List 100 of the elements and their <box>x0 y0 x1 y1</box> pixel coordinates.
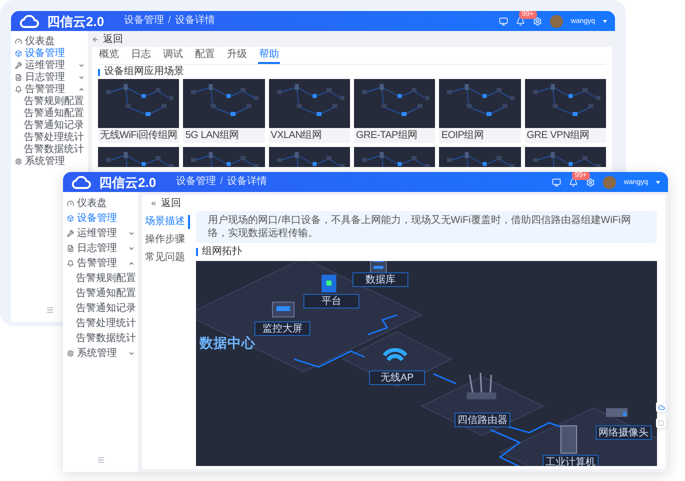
sidebar-item[interactable]: 仪表盘 <box>63 196 138 211</box>
sidebar-item[interactable]: 告警管理 <box>63 256 138 271</box>
breadcrumb-link[interactable]: 设备管理 <box>176 177 216 187</box>
menu-label: 日志管理 <box>77 242 117 256</box>
menu-label: 运维管理 <box>77 226 117 241</box>
device-label: 监控大屏 <box>262 324 302 335</box>
menu-label: 告警管理 <box>77 256 117 271</box>
scenario-card[interactable]: 无线WiFi回传组网 <box>98 79 180 143</box>
submenu-item[interactable]: 告警通知记录 <box>63 301 138 316</box>
sidebar-item[interactable]: 仪表盘 <box>11 35 88 47</box>
scenario-card[interactable]: 5G LAN组网 <box>183 79 265 143</box>
settings-icon[interactable] <box>586 178 595 186</box>
scenario-card[interactable]: GRE-TAP组网 <box>354 79 436 143</box>
sidebar-item[interactable]: 日志管理 <box>11 71 88 83</box>
side-tab[interactable]: 操作步骤 <box>142 233 190 247</box>
menu-icon <box>67 260 74 267</box>
menu-label: 系统管理 <box>77 346 117 361</box>
screen-icon[interactable] <box>552 178 561 186</box>
menu-icon <box>67 200 74 207</box>
notification-icon[interactable] <box>516 16 525 26</box>
back-arrow-icon[interactable] <box>92 36 99 42</box>
sidebar-item[interactable]: 告警管理 <box>11 83 88 95</box>
caret-icon[interactable] <box>656 180 660 184</box>
submenu-item[interactable]: 告警处理统计 <box>63 316 138 331</box>
side-tab[interactable]: 场景描述 <box>142 215 190 229</box>
sidebar-item[interactable]: 运维管理 <box>63 226 138 241</box>
caret-icon[interactable] <box>603 20 607 22</box>
back-arrow-icon[interactable] <box>150 200 157 206</box>
cloud-icon <box>658 404 664 410</box>
breadcrumb-link[interactable]: 设备详情 <box>174 16 215 26</box>
scenario-title: GRE VPN组网 <box>526 129 590 143</box>
brand-name: 四信云2.0 <box>99 176 156 188</box>
submenu-item[interactable]: 告警通知配置 <box>11 107 88 119</box>
breadcrumb-separator: / <box>168 16 171 26</box>
tab[interactable]: 帮助 <box>258 48 280 64</box>
submenu-item[interactable]: 告警数据统计 <box>63 331 138 346</box>
back-link[interactable]: 返回 <box>103 32 123 46</box>
menu-icon <box>67 215 74 222</box>
menu-icon <box>67 245 74 252</box>
scenario-card[interactable]: EOIP组网 <box>439 79 521 143</box>
sidebar-item[interactable]: 系统管理 <box>11 155 88 167</box>
scenario-card[interactable]: VXLAN组网 <box>268 79 350 143</box>
menu-icon <box>15 50 22 56</box>
tab[interactable]: 升级 <box>226 48 248 64</box>
sidebar-item[interactable]: 设备管理 <box>63 211 138 226</box>
menu-label: 仪表盘 <box>25 34 55 48</box>
side-tab[interactable]: 常见问题 <box>142 251 190 265</box>
scenario-title: 无线WiFi回传组网 <box>99 128 178 143</box>
menu-label: 日志管理 <box>25 70 65 84</box>
sidebar-item[interactable]: 设备管理 <box>11 47 88 59</box>
device-label: 网络摄像头 <box>598 428 649 439</box>
collapse-menu-icon[interactable] <box>96 456 104 464</box>
square-icon <box>658 420 664 426</box>
scenario-card[interactable]: GRE VPN组网 <box>524 79 606 143</box>
notification-icon[interactable] <box>568 178 578 186</box>
collapse-menu-icon[interactable] <box>46 306 54 314</box>
menu-icon <box>15 86 22 92</box>
scenario-title: EOIP组网 <box>440 129 485 143</box>
menu-label: 系统管理 <box>25 154 65 168</box>
cloud-logo-icon <box>19 14 39 28</box>
breadcrumb-separator: / <box>220 177 223 187</box>
menu-label: 设备管理 <box>25 46 65 60</box>
device-label: 工业计算机 <box>546 457 596 466</box>
menu-label: 设备管理 <box>77 212 117 226</box>
breadcrumb-link[interactable]: 设备详情 <box>226 177 267 187</box>
float-action-button[interactable] <box>656 418 666 428</box>
submenu-item[interactable]: 告警规则配置 <box>63 271 138 286</box>
tab[interactable]: 概览 <box>98 48 120 64</box>
menu-icon <box>15 74 22 80</box>
submenu-item[interactable]: 告警通知配置 <box>63 286 138 301</box>
sidebar-item[interactable]: 日志管理 <box>63 241 138 256</box>
tab[interactable]: 日志 <box>130 48 152 64</box>
submenu-item[interactable]: 告警数据统计 <box>11 143 88 155</box>
float-action-button[interactable] <box>656 402 666 412</box>
tab[interactable]: 配置 <box>194 48 216 64</box>
data-center-label: 数据中心 <box>199 335 256 350</box>
breadcrumb-link[interactable]: 设备管理 <box>124 16 164 26</box>
screen-icon[interactable] <box>498 16 508 26</box>
device-label: 四信路由器 <box>457 414 508 426</box>
device-label: 无线AP <box>380 372 414 384</box>
back-link[interactable]: 返回 <box>161 196 181 210</box>
tab[interactable]: 调试 <box>162 48 184 64</box>
submenu-item[interactable]: 告警处理统计 <box>11 131 88 143</box>
sidebar-item[interactable]: 系统管理 <box>63 346 138 361</box>
settings-icon[interactable] <box>532 16 542 26</box>
menu-icon <box>15 158 22 164</box>
submenu-item[interactable]: 告警通知记录 <box>11 119 88 131</box>
sidebar-item[interactable]: 运维管理 <box>11 59 88 71</box>
menu-label: 运维管理 <box>25 58 65 72</box>
brand-name: 四信云2.0 <box>47 14 104 28</box>
scenario-title: VXLAN组网 <box>270 129 323 143</box>
menu-label: 仪表盘 <box>77 196 107 211</box>
scenario-title: 5G LAN组网 <box>184 129 240 143</box>
menu-icon <box>15 62 22 68</box>
device-label: 平台 <box>321 296 342 308</box>
menu-icon <box>67 350 74 357</box>
cloud-logo-icon <box>71 176 91 188</box>
menu-icon <box>15 38 22 44</box>
description-text: 用户现场的网口/串口设备，不具备上网能力，现场又无WiFi覆盖时，借助四信路由器组建WiFi网络，实现数据远程传输。 <box>196 211 657 243</box>
submenu-item[interactable]: 告警规则配置 <box>11 95 88 107</box>
